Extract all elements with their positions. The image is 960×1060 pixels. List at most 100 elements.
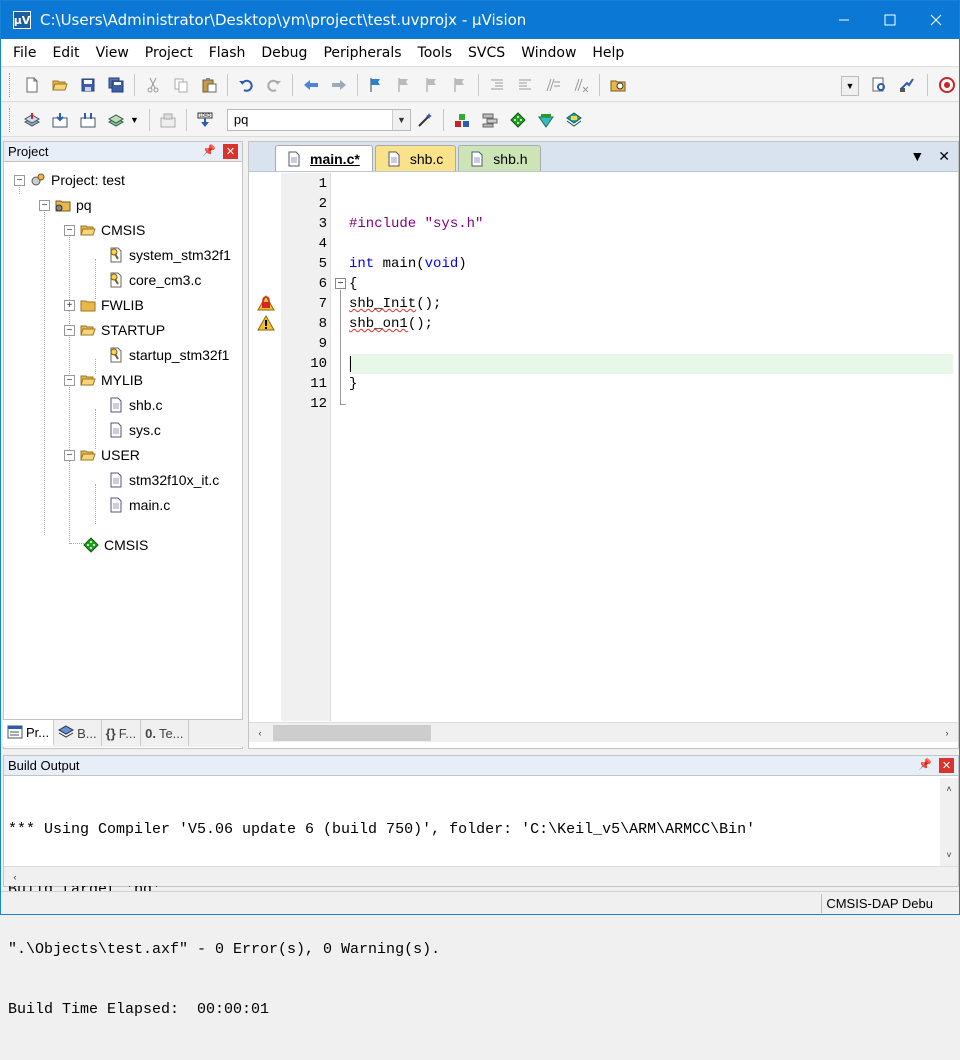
build-button[interactable] — [49, 109, 71, 131]
tab-templates[interactable]: 0. Te... — [141, 720, 189, 746]
tab-shb-h[interactable]: shb.h — [458, 145, 541, 171]
batch-build-button[interactable] — [105, 109, 127, 131]
unindent-button[interactable] — [514, 74, 536, 96]
chevron-down-icon[interactable]: ▼ — [391, 109, 410, 130]
find-in-files-button[interactable] — [607, 74, 629, 96]
comment-button[interactable] — [542, 74, 564, 96]
menu-peripherals[interactable]: Peripherals — [315, 45, 409, 61]
pin-icon[interactable]: 📌 — [918, 758, 932, 771]
open-file-button[interactable] — [49, 74, 71, 96]
tree-item-file[interactable]: sys.c — [108, 420, 161, 440]
tree-item-group-user[interactable]: − USER — [64, 445, 140, 465]
tree-item-rte-cmsis[interactable]: CMSIS — [83, 535, 148, 555]
close-icon[interactable]: ✕ — [223, 144, 238, 159]
collapse-icon[interactable]: − — [14, 174, 25, 186]
close-editor-icon[interactable]: ✕ — [938, 148, 950, 165]
tree-item-file[interactable]: main.c — [108, 495, 170, 515]
collapse-icon[interactable]: − — [64, 324, 75, 336]
stop-build-button[interactable] — [157, 109, 179, 131]
maximize-button[interactable] — [867, 1, 913, 39]
close-button[interactable] — [913, 1, 959, 39]
minimize-button[interactable] — [821, 1, 867, 39]
tab-shb-c[interactable]: shb.c — [374, 145, 457, 171]
select-packs-button[interactable] — [479, 109, 501, 131]
incremental-find-button[interactable] — [868, 74, 890, 96]
translate-button[interactable] — [21, 109, 43, 131]
target-options-button[interactable] — [414, 109, 436, 131]
menu-file[interactable]: File — [5, 45, 44, 61]
insert-bookmark-button[interactable] — [365, 74, 387, 96]
save-all-button[interactable] — [105, 74, 127, 96]
menu-window[interactable]: Window — [513, 45, 584, 61]
scroll-right-icon[interactable]: › — [938, 724, 956, 742]
next-bookmark-button[interactable] — [421, 74, 443, 96]
pin-icon[interactable]: 📌 — [202, 144, 216, 157]
start-debug-button[interactable] — [936, 74, 958, 96]
cut-button[interactable] — [142, 74, 164, 96]
menu-debug[interactable]: Debug — [253, 45, 315, 61]
tab-list-dropdown-icon[interactable]: ▼ — [910, 148, 924, 165]
tree-item-file[interactable]: startup_stm32f1 — [108, 345, 229, 365]
navigate-forward-button[interactable] — [328, 74, 350, 96]
scroll-up-icon[interactable]: ˄ — [940, 780, 958, 798]
scroll-left-icon[interactable]: ‹ — [6, 868, 24, 886]
copy-button[interactable] — [170, 74, 192, 96]
close-icon[interactable]: ✕ — [939, 758, 954, 773]
redo-button[interactable] — [263, 74, 285, 96]
manage-project-items-button[interactable] — [451, 109, 473, 131]
undo-button[interactable] — [235, 74, 257, 96]
scroll-down-icon[interactable]: ˅ — [940, 846, 958, 864]
manage-rte-button[interactable] — [507, 109, 529, 131]
build-output-text[interactable]: *** Using Compiler 'V5.06 update 6 (buil… — [8, 780, 755, 1060]
previous-bookmark-button[interactable] — [393, 74, 415, 96]
tree-item-file[interactable]: shb.c — [108, 395, 162, 415]
fold-collapse-icon[interactable]: − — [335, 278, 346, 289]
build-vertical-scrollbar[interactable]: ˄ ˅ — [940, 778, 958, 866]
download-button[interactable]: LOAD — [194, 109, 216, 131]
scrollbar-thumb[interactable] — [273, 725, 431, 741]
indent-button[interactable] — [486, 74, 508, 96]
menu-help[interactable]: Help — [584, 45, 632, 61]
pack-installer-button[interactable] — [535, 109, 557, 131]
batch-build-dropdown-arrow[interactable]: ▼ — [130, 115, 139, 125]
collapse-icon[interactable]: − — [64, 224, 75, 236]
menu-tools[interactable]: Tools — [410, 45, 461, 61]
tree-item-project[interactable]: − Project: test — [14, 170, 125, 190]
paste-button[interactable] — [198, 74, 220, 96]
tree-item-target-pq[interactable]: − pq — [39, 195, 92, 215]
tab-functions[interactable]: {} F... — [102, 720, 142, 746]
save-button[interactable] — [77, 74, 99, 96]
menu-project[interactable]: Project — [137, 45, 201, 61]
tab-main-c[interactable]: main.c* — [275, 145, 373, 171]
editor-horizontal-scrollbar[interactable]: ‹ › — [249, 722, 958, 742]
pack-install-packs-button[interactable] — [563, 109, 585, 131]
find-combo-dropdown[interactable]: ▼ — [841, 76, 859, 96]
marker-column[interactable] — [249, 173, 281, 721]
tree-item-group-cmsis[interactable]: − CMSIS — [64, 220, 145, 240]
tree-item-group-startup[interactable]: − STARTUP — [64, 320, 165, 340]
new-file-button[interactable] — [21, 74, 43, 96]
collapse-icon[interactable]: − — [39, 199, 50, 211]
collapse-icon[interactable]: − — [64, 374, 75, 386]
toolbar-grip[interactable] — [9, 107, 12, 132]
tree-item-file[interactable]: core_cm3.c — [108, 270, 201, 290]
scroll-left-icon[interactable]: ‹ — [251, 724, 269, 742]
build-horizontal-scrollbar[interactable]: ‹ — [4, 866, 958, 886]
uncomment-button[interactable] — [570, 74, 592, 96]
tab-books[interactable]: B... — [54, 720, 102, 746]
expand-icon[interactable]: + — [64, 299, 75, 311]
collapse-icon[interactable]: − — [64, 449, 75, 461]
tree-item-file[interactable]: system_stm32f1 — [108, 245, 231, 265]
menu-edit[interactable]: Edit — [44, 45, 87, 61]
tree-item-group-mylib[interactable]: − MYLIB — [64, 370, 143, 390]
navigate-back-button[interactable] — [300, 74, 322, 96]
toolbar-grip[interactable] — [9, 72, 12, 97]
tab-project[interactable]: Pr... — [3, 720, 55, 746]
menu-svcs[interactable]: SVCS — [460, 45, 513, 61]
debug-session-button[interactable] — [896, 74, 918, 96]
rebuild-button[interactable] — [77, 109, 99, 131]
menu-flash[interactable]: Flash — [201, 45, 254, 61]
tree-item-file[interactable]: stm32f10x_it.c — [108, 470, 219, 490]
menu-view[interactable]: View — [88, 45, 137, 61]
code-editor[interactable]: #include "sys.h" int main(void) { shb_In… — [349, 173, 953, 721]
